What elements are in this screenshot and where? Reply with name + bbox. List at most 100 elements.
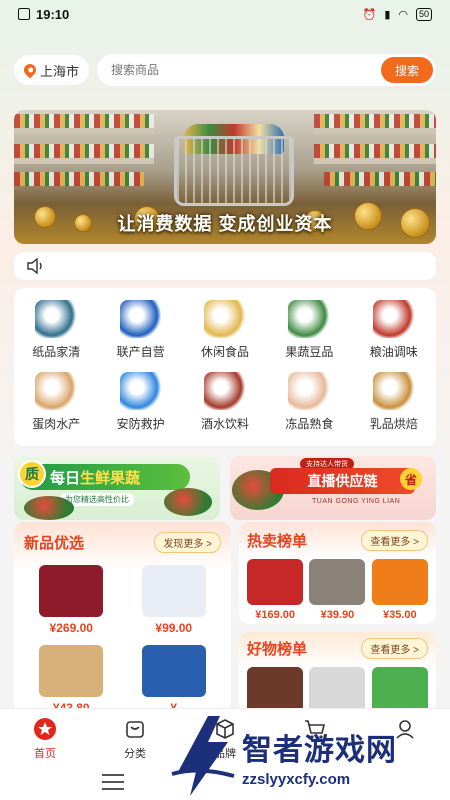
- live-supply-title: 直播供应链: [270, 468, 415, 494]
- product-image: [141, 645, 206, 697]
- category-item[interactable]: 休闲食品: [183, 300, 267, 368]
- menu-icon[interactable]: [102, 774, 124, 795]
- product-price: ¥39.90: [320, 609, 355, 621]
- bread-icon: [372, 372, 415, 410]
- category-item[interactable]: 果蔬豆品: [267, 300, 351, 368]
- search-input[interactable]: [111, 63, 381, 77]
- tab-home[interactable]: 首页: [10, 717, 80, 761]
- location-pin-icon: [21, 61, 39, 79]
- category-item[interactable]: 蛋肉水产: [14, 372, 98, 440]
- good-list-panel: 好物榜单 查看更多 >: [239, 632, 436, 712]
- category-label: 纸品家清: [32, 345, 81, 359]
- category-label: 安防救护: [116, 417, 165, 431]
- hero-banner[interactable]: 让消费数据 变成创业资本: [14, 110, 436, 244]
- category-item[interactable]: 冻品熟食: [267, 372, 351, 440]
- category-item[interactable]: 酒水饮料: [183, 372, 267, 440]
- new-products-grid: ¥269.00 ¥99.00 ¥43.80 ¥: [24, 565, 221, 712]
- category-label: 冻品熟食: [285, 417, 334, 431]
- shield-icon: [119, 372, 162, 410]
- new-products-title: 新品优选: [24, 535, 85, 552]
- product-image: [247, 559, 304, 605]
- vibrate-icon: ▮: [384, 8, 391, 21]
- snacks-icon: [203, 300, 246, 338]
- watermark: 智者游戏网 zzslyyxcfy.com: [168, 712, 450, 800]
- category-item[interactable]: 安防救护: [98, 372, 182, 440]
- notification-icon: [18, 8, 30, 20]
- product-price: ¥269.00: [49, 621, 93, 635]
- new-products-more-button[interactable]: 发现更多 >: [154, 532, 221, 553]
- category-item[interactable]: 乳品烘焙: [352, 372, 436, 440]
- watermark-title: 智者游戏网: [242, 733, 397, 767]
- shopping-bag-icon: [123, 717, 147, 741]
- quality-badge: 质: [18, 460, 46, 488]
- wine-icon: [203, 372, 246, 410]
- notice-bar[interactable]: [14, 252, 436, 280]
- product-card[interactable]: ¥39.90: [309, 559, 366, 621]
- search-button[interactable]: 搜索: [381, 57, 433, 83]
- shopping-cart-image: [174, 136, 294, 206]
- category-label: 蛋肉水产: [32, 417, 81, 431]
- category-label: 果蔬豆品: [285, 345, 334, 359]
- product-card[interactable]: [371, 667, 428, 712]
- product-price: ¥99.00: [155, 621, 193, 635]
- fruit-image: [24, 496, 74, 520]
- search-row: 上海市 搜索: [0, 28, 450, 94]
- tab-category-label: 分类: [124, 748, 146, 760]
- tab-home-label: 首页: [34, 748, 56, 760]
- status-bar: 19:10 ⏰ ▮ ◠ 50: [0, 0, 450, 28]
- tab-category[interactable]: 分类: [100, 717, 170, 761]
- product-image: [309, 559, 366, 605]
- product-card[interactable]: [309, 667, 366, 712]
- live-supply-promo[interactable]: 支持达人带货 直播供应链 省 TUAN GONG YING LIAN: [230, 456, 436, 520]
- good-list-grid: [247, 667, 428, 712]
- product-lists: 新品优选 发现更多 > ¥269.00 ¥99.00 ¥43.80 ¥ 热卖榜单 查看…: [14, 522, 436, 712]
- category-grid: 纸品家清 联产自营 休闲食品 果蔬豆品 粮油调味蛋肉水产 安防救护 酒水饮料 冻品熟食 乳品烘焙: [14, 288, 436, 446]
- new-products-panel: 新品优选 发现更多 > ¥269.00 ¥99.00 ¥43.80 ¥: [14, 522, 231, 712]
- category-label: 乳品烘焙: [369, 417, 418, 431]
- category-item[interactable]: 粮油调味: [352, 300, 436, 368]
- product-image: [371, 559, 428, 605]
- category-item[interactable]: 纸品家清: [14, 300, 98, 368]
- vegetable-basket-image: [164, 488, 212, 516]
- product-card[interactable]: [247, 667, 304, 712]
- speaker-icon: [27, 258, 42, 274]
- status-time: 19:10: [36, 6, 70, 22]
- product-card[interactable]: ¥: [127, 645, 222, 712]
- search-box[interactable]: 搜索: [97, 54, 436, 86]
- product-image: [247, 667, 304, 712]
- hot-list-more-button[interactable]: 查看更多 >: [361, 530, 428, 551]
- watermark-logo-icon: [171, 716, 235, 796]
- banner-slogan: 让消费数据 变成创业资本: [117, 214, 333, 234]
- product-card[interactable]: ¥99.00: [127, 565, 222, 635]
- save-badge: 省: [400, 468, 422, 490]
- product-card[interactable]: ¥43.80: [24, 645, 119, 712]
- good-list-more-button[interactable]: 查看更多 >: [361, 638, 428, 659]
- wifi-icon: ◠: [398, 8, 408, 21]
- chicken-icon: [288, 372, 331, 410]
- hot-list-panel: 热卖榜单 查看更多 > ¥169.00 ¥39.90 ¥35.00: [239, 522, 436, 624]
- good-list-title: 好物榜单: [247, 641, 308, 658]
- category-label: 粮油调味: [369, 345, 418, 359]
- oil-seasoning-icon: [372, 300, 415, 338]
- hot-list-title: 热卖榜单: [247, 533, 308, 550]
- product-price: ¥35.00: [382, 609, 417, 621]
- promo-row: 每日 生鲜果蔬 质 为您精选高性价比 支持达人带货 直播供应链 省 TUAN GO…: [14, 456, 436, 520]
- product-image: [371, 667, 428, 712]
- eggs-icon: [35, 372, 78, 410]
- category-item[interactable]: 联产自营: [98, 300, 182, 368]
- product-image: [39, 645, 104, 697]
- tissue-icon: [35, 300, 78, 338]
- city-selector[interactable]: 上海市: [14, 55, 90, 85]
- oem-icon: [119, 300, 162, 338]
- vegetables-icon: [288, 300, 331, 338]
- product-card[interactable]: ¥169.00: [247, 559, 304, 621]
- category-label: 酒水饮料: [200, 417, 249, 431]
- category-label: 联产自营: [116, 345, 165, 359]
- product-image: [39, 565, 104, 617]
- product-price: ¥169.00: [255, 609, 296, 621]
- category-label: 休闲食品: [200, 345, 249, 359]
- product-card[interactable]: ¥35.00: [371, 559, 428, 621]
- city-label: 上海市: [40, 63, 80, 79]
- product-card[interactable]: ¥269.00: [24, 565, 119, 635]
- fresh-produce-promo[interactable]: 每日 生鲜果蔬 质 为您精选高性价比: [14, 456, 220, 520]
